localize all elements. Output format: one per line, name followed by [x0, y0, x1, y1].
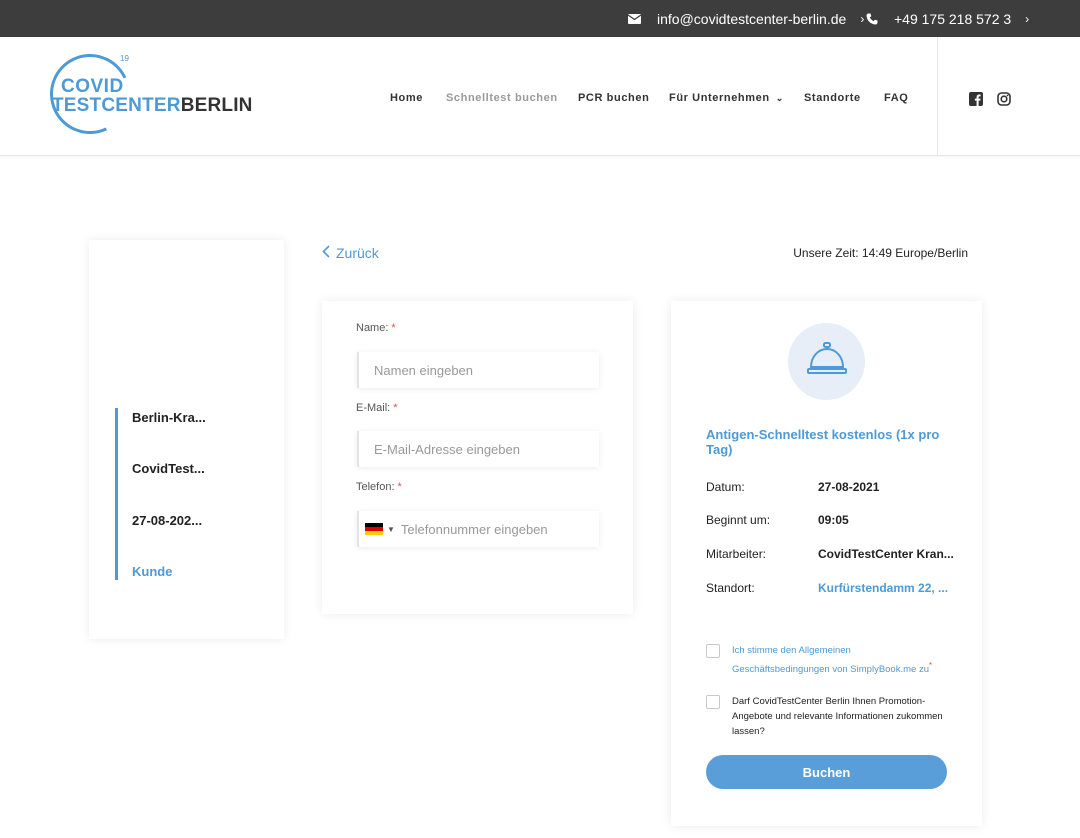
book-button[interactable]: Buchen	[706, 755, 947, 789]
logo-line-2: TESTCENTERBERLIN	[52, 95, 253, 117]
terms-label: Ich stimme den Allgemeinen Geschäftsbedi…	[732, 645, 929, 676]
step-service[interactable]: CovidTest...	[132, 461, 205, 476]
phone-contact[interactable]: +49 175 218 572 3 ›	[866, 0, 1029, 37]
name-input[interactable]	[357, 352, 599, 388]
chevron-right-icon: ›	[1025, 11, 1030, 26]
date-value: 27-08-2021	[818, 480, 880, 494]
site-header: 19 COVID TESTCENTERBERLIN Home Schnellte…	[0, 37, 1080, 156]
email-link[interactable]: info@covidtestcenter-berlin.de	[657, 11, 846, 27]
nav-schnelltest-buchen[interactable]: Schnelltest buchen	[446, 92, 558, 104]
start-time-label: Beginnt um:	[706, 513, 771, 527]
logo-line-2-dark: BERLIN	[180, 95, 253, 116]
step-date[interactable]: 27-08-202...	[132, 513, 202, 528]
phone-label: Telefon: *	[356, 481, 402, 493]
nav-standorte[interactable]: Standorte	[804, 92, 861, 104]
chevron-down-icon: ⌄	[775, 93, 784, 103]
facebook-icon[interactable]	[969, 92, 983, 111]
timezone-info: Unsere Zeit: 14:49 Europe/Berlin	[793, 246, 968, 260]
start-time-value: 09:05	[818, 513, 849, 527]
envelope-icon	[628, 13, 641, 24]
chevron-right-icon: ›	[860, 11, 865, 26]
phone-link[interactable]: +49 175 218 572 3	[894, 11, 1011, 27]
name-label: Name: *	[356, 322, 396, 334]
date-label: Datum:	[706, 480, 745, 494]
required-mark: *	[928, 661, 933, 670]
site-logo[interactable]: 19 COVID TESTCENTERBERLIN	[38, 42, 280, 146]
email-label-text: E-Mail:	[356, 402, 391, 414]
instagram-icon[interactable]	[997, 92, 1011, 111]
staff-value: CovidTestCenter Kran...	[818, 547, 954, 561]
name-label-text: Name:	[356, 322, 389, 334]
promo-text: Darf CovidTestCenter Berlin Ihnen Promot…	[732, 696, 943, 737]
nav-faq[interactable]: FAQ	[884, 92, 908, 104]
step-customer[interactable]: Kunde	[132, 564, 172, 579]
location-label: Standort:	[706, 581, 755, 595]
staff-label: Mitarbeiter:	[706, 547, 767, 561]
phone-icon	[866, 13, 878, 25]
location-value[interactable]: Kurfürstendamm 22, ...	[818, 581, 948, 595]
steps-progress-line	[115, 408, 118, 580]
back-button[interactable]: Zurück	[322, 245, 379, 261]
terms-text[interactable]: Ich stimme den Allgemeinen Geschäftsbedi…	[732, 643, 947, 677]
nav-fuer-unternehmen[interactable]: Für Unternehmen ⌄	[669, 92, 784, 104]
step-location[interactable]: Berlin-Kra...	[132, 410, 206, 425]
promo-checkbox[interactable]	[706, 695, 720, 709]
required-mark: *	[391, 322, 396, 334]
email-label: E-Mail: *	[356, 402, 398, 414]
terms-checkbox[interactable]	[706, 644, 720, 658]
german-flag-icon[interactable]	[365, 523, 383, 535]
chevron-left-icon	[322, 245, 330, 261]
header-divider	[937, 37, 938, 155]
nav-home[interactable]: Home	[390, 92, 423, 104]
nav-fuer-unternehmen-label: Für Unternehmen	[669, 92, 770, 104]
required-mark: *	[393, 402, 398, 414]
caret-down-icon[interactable]: ▼	[387, 525, 395, 534]
phone-label-text: Telefon:	[356, 481, 395, 493]
service-bell-icon	[805, 340, 849, 383]
back-label: Zurück	[336, 245, 379, 261]
logo-line-2-blue: TESTCENTER	[52, 95, 181, 116]
booking-steps-sidebar: Berlin-Kra... CovidTest... 27-08-202... …	[89, 240, 284, 639]
required-mark: *	[397, 481, 402, 493]
phone-field: ▼	[357, 511, 599, 547]
phone-input[interactable]	[398, 520, 583, 538]
customer-form-card: Name:* E-Mail:* Telefon:* ▼	[322, 301, 633, 614]
service-icon-circle	[788, 323, 865, 400]
top-contact-bar: info@covidtestcenter-berlin.de › +49 175…	[0, 0, 1080, 37]
email-input[interactable]	[357, 431, 599, 467]
booking-summary-card: Antigen-Schnelltest kostenlos (1x pro Ta…	[671, 301, 982, 826]
email-contact[interactable]: info@covidtestcenter-berlin.de ›	[628, 0, 864, 37]
service-title: Antigen-Schnelltest kostenlos (1x pro Ta…	[706, 427, 940, 457]
logo-superscript: 19	[120, 54, 129, 63]
nav-pcr-buchen[interactable]: PCR buchen	[578, 92, 649, 104]
